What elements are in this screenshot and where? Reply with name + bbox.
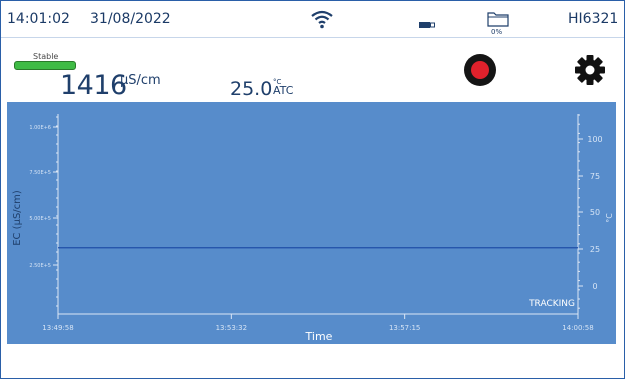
x-tick-label: 13:49:58 bbox=[42, 324, 73, 332]
temperature-reading: 25.0 bbox=[230, 78, 273, 100]
status-divider bbox=[1, 37, 624, 38]
device-id: HI6321 bbox=[568, 11, 619, 27]
y-left-tick-label: 2.50E+5 bbox=[29, 263, 51, 269]
chart-panel[interactable]: 1.00E+6 7.50E+5 5.00E+5 2.50E+5 100 75 50 25 0 °C… bbox=[7, 102, 616, 344]
status-date: 31/08/2022 bbox=[90, 11, 171, 27]
y-right-tick-label: 50 bbox=[590, 208, 600, 217]
x-tick-label: 14:00:58 bbox=[562, 324, 593, 332]
y-left-tick-label: 7.50E+5 bbox=[29, 170, 51, 176]
status-time: 14:01:02 bbox=[7, 11, 70, 27]
wifi-icon bbox=[311, 9, 333, 33]
stability-label: Stable bbox=[33, 52, 59, 61]
y-axis-title: EC (µS/cm) bbox=[12, 190, 23, 246]
y-right-axis-label: °C bbox=[605, 213, 614, 223]
ec-unit: µS/cm bbox=[120, 73, 161, 88]
ec-reading: 1416 bbox=[60, 70, 127, 101]
x-axis-title: Time bbox=[305, 330, 333, 343]
storage-percent: 0% bbox=[491, 28, 503, 36]
stability-indicator bbox=[14, 61, 76, 70]
y-left-tick-label: 5.00E+5 bbox=[29, 216, 51, 222]
y-right-tick-label: 25 bbox=[590, 245, 600, 254]
y-left-tick-label: 1.00E+6 bbox=[29, 125, 51, 131]
record-icon bbox=[471, 61, 489, 79]
ec-chart: 1.00E+6 7.50E+5 5.00E+5 2.50E+5 100 75 50 25 0 °C… bbox=[12, 114, 614, 343]
x-tick-label: 13:57:15 bbox=[389, 324, 420, 332]
y-right-tick-label: 0 bbox=[592, 282, 597, 291]
x-tick-label: 13:53:32 bbox=[216, 324, 247, 332]
temperature-mode: ATC bbox=[273, 84, 294, 97]
record-button[interactable] bbox=[464, 54, 496, 86]
usb-icon bbox=[419, 14, 435, 33]
settings-button[interactable] bbox=[573, 53, 607, 87]
status-bar: 14:01:02 31/08/2022 0% HI6321 bbox=[1, 1, 624, 37]
y-right-tick-label: 75 bbox=[590, 172, 600, 181]
gear-icon bbox=[575, 55, 605, 85]
y-right-tick-label: 100 bbox=[587, 135, 602, 144]
tracking-label: TRACKING bbox=[528, 299, 575, 309]
